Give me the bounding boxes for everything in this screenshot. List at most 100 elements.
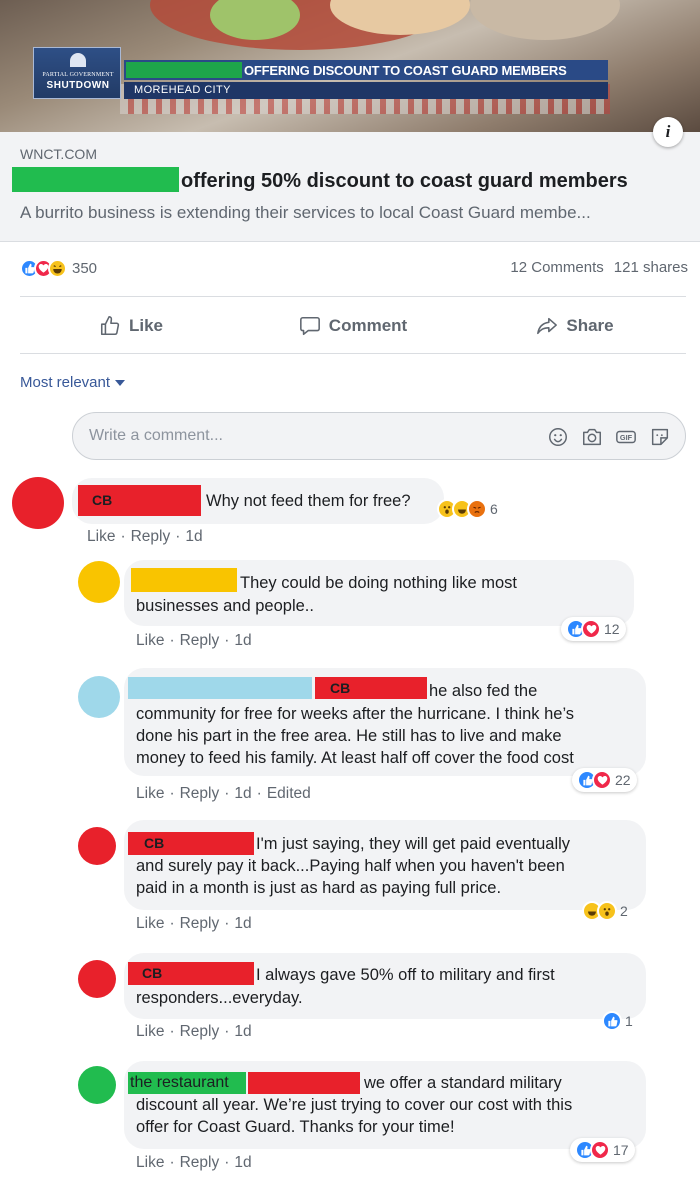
comment-time[interactable]: 1d (234, 632, 251, 650)
reaction-count: 12 (604, 621, 620, 637)
comment-meta: Like · Reply · 1d (136, 1154, 252, 1172)
comment-time[interactable]: 1d (234, 915, 251, 933)
emoji-icon[interactable] (547, 426, 569, 448)
news-ticker: OFFERING DISCOUNT TO COAST GUARD MEMBERS (124, 60, 608, 80)
reaction-pill[interactable]: 22 (572, 768, 637, 792)
sticker-icon[interactable] (649, 426, 671, 448)
comment-meta: Like · Reply · 1d (136, 632, 252, 650)
share-button[interactable]: Share (464, 302, 686, 350)
love-reaction-icon (590, 1140, 610, 1160)
author-tag: the restaurant (130, 1074, 229, 1091)
reaction-pill[interactable]: 6 (432, 497, 504, 521)
comment-like-link[interactable]: Like (136, 915, 164, 933)
comment-button[interactable]: Comment (242, 302, 464, 350)
reaction-count: 22 (615, 772, 631, 788)
angry-reaction-icon (467, 499, 487, 519)
news-logo: PARTIAL GOVERNMENT SHUTDOWN (33, 47, 121, 99)
comment-like-link[interactable]: Like (136, 1154, 164, 1172)
post-actions: Like Comment Share (20, 302, 686, 350)
comment-text: and surely pay it back...Paying half whe… (136, 857, 565, 875)
comment-like-link[interactable]: Like (136, 632, 164, 650)
preview-title[interactable]: offering 50% discount to coast guard mem… (181, 170, 628, 193)
name-redaction[interactable] (128, 677, 312, 699)
avatar[interactable] (78, 676, 120, 718)
avatar[interactable] (78, 1066, 116, 1104)
news-location-bar: MOREHEAD CITY (124, 82, 608, 99)
name-redaction[interactable] (131, 568, 237, 592)
comment-reply-link[interactable]: Reply (180, 915, 220, 933)
avatar[interactable] (12, 477, 64, 529)
comment-text: offer for Coast Guard. Thanks for your t… (136, 1118, 455, 1136)
comment-reply-link[interactable]: Reply (180, 785, 220, 803)
comment-text: businesses and people.. (136, 597, 314, 615)
edited-label[interactable]: Edited (267, 785, 311, 803)
food-photo-plate (470, 0, 620, 40)
comment-like-link[interactable]: Like (87, 528, 115, 546)
comment-text: I'm just saying, they will get paid even… (256, 835, 571, 853)
ticker-redaction (126, 62, 242, 78)
name-redaction[interactable] (248, 1072, 360, 1094)
comment-text: discount all year. We’re just trying to … (136, 1096, 573, 1114)
love-reaction-icon (581, 619, 601, 639)
reaction-pill[interactable]: 2 (577, 899, 634, 923)
logo-line2: SHUTDOWN (46, 80, 110, 91)
link-preview-meta[interactable]: WNCT.COM offering 50% discount to coast … (0, 132, 700, 242)
reaction-count: 1 (625, 1013, 633, 1029)
reaction-pill[interactable]: 12 (561, 617, 626, 641)
comment-reply-link[interactable]: Reply (180, 1154, 220, 1172)
share-arrow-icon (537, 317, 558, 335)
divider (20, 296, 686, 297)
comment-text: paid in a month is just as hard as payin… (136, 879, 502, 897)
comment-text: done his part in the free area. He still… (136, 727, 562, 745)
capitol-dome-icon (70, 53, 86, 67)
wow-reaction-icon (597, 901, 617, 921)
author-tag: CB (92, 492, 113, 508)
comment-like-link[interactable]: Like (136, 1023, 164, 1041)
comment-text: he also fed the (429, 682, 538, 700)
comment-input[interactable]: Write a comment... GIF (72, 412, 686, 460)
comment-time[interactable]: 1d (234, 1154, 251, 1172)
comment-time[interactable]: 1d (185, 528, 202, 546)
avatar[interactable] (78, 827, 116, 865)
love-reaction-icon (592, 770, 612, 790)
comment-reply-link[interactable]: Reply (180, 632, 220, 650)
comments-count-link[interactable]: 12 Comments (510, 259, 603, 276)
avatar[interactable] (78, 561, 120, 603)
reaction-count: 350 (72, 259, 98, 277)
comment-meta: Like · Reply · 1d (136, 915, 252, 933)
comment-meta: Like · Reply · 1d (136, 1023, 252, 1041)
reaction-pill[interactable]: 1 (597, 1009, 639, 1033)
svg-text:GIF: GIF (620, 433, 633, 442)
camera-icon[interactable] (581, 426, 603, 448)
comment-text: I always gave 50% off to military and fi… (256, 966, 555, 984)
avatar[interactable] (78, 960, 116, 998)
author-tag: CB (144, 835, 165, 851)
preview-description: A burrito business is extending their se… (20, 203, 591, 222)
mention-tag: CB (330, 680, 351, 696)
shares-count-link[interactable]: 121 shares (614, 259, 688, 276)
info-icon[interactable]: i (653, 117, 683, 147)
reaction-count: 6 (490, 501, 498, 517)
comment-reply-link[interactable]: Reply (131, 528, 171, 546)
comment-reply-link[interactable]: Reply (180, 1023, 220, 1041)
comment-text: They could be doing nothing like most (240, 574, 518, 592)
comment-time[interactable]: 1d (234, 1023, 251, 1041)
engagement-counts: 12 Comments 121 shares (510, 259, 688, 276)
like-button[interactable]: Like (20, 302, 242, 350)
comment-time[interactable]: 1d (234, 785, 251, 803)
sort-dropdown[interactable]: Most relevant (20, 374, 126, 391)
comment-meta: Like · Reply · 1d · Edited (136, 785, 311, 803)
caret-down-icon (115, 379, 126, 386)
logo-line1: PARTIAL GOVERNMENT (42, 72, 114, 78)
like-button-label: Like (128, 316, 164, 335)
link-preview-image[interactable]: PARTIAL GOVERNMENT SHUTDOWN OFFERING DIS… (0, 0, 700, 132)
like-reaction-icon (602, 1011, 622, 1031)
ticker-text: OFFERING DISCOUNT TO COAST GUARD MEMBERS (244, 63, 567, 78)
comment-like-link[interactable]: Like (136, 785, 164, 803)
sort-label: Most relevant (20, 374, 111, 391)
reaction-pill[interactable]: 17 (570, 1138, 635, 1162)
thumbs-up-icon (100, 316, 120, 336)
reaction-summary[interactable]: 350 (20, 256, 97, 280)
gif-icon[interactable]: GIF (615, 426, 637, 448)
comment-input-placeholder: Write a comment... (89, 427, 223, 444)
